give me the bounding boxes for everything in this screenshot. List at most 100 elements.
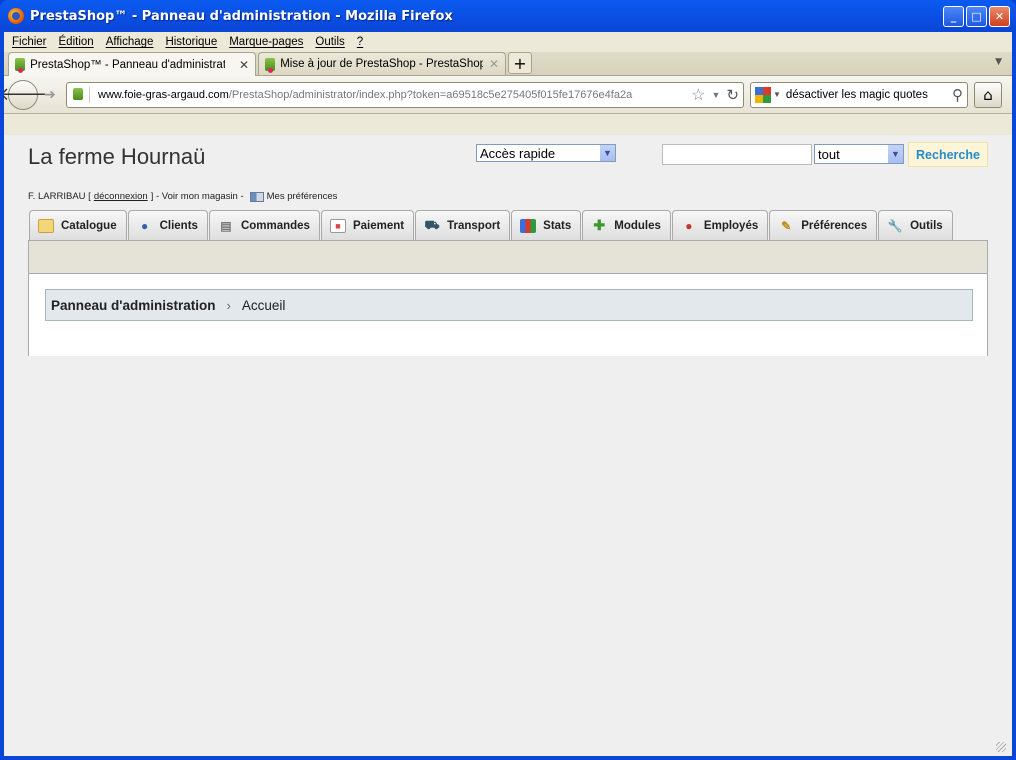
resize-grip[interactable] [996,742,1006,752]
breadcrumb-root[interactable]: Panneau d'administration [51,298,216,313]
browser-tab-update[interactable]: Mise à jour de PrestaShop - PrestaShop .… [258,52,506,75]
sub-tab-bar [28,240,988,274]
chevron-right-icon: › [226,297,231,313]
tab-preferences[interactable]: ✎ Préférences [769,210,878,240]
menu-historique[interactable]: Historique [161,36,225,48]
url-path: /PrestaShop/administrator/index.php?toke… [228,88,633,101]
tab-label: Commandes [240,219,310,232]
firefox-icon [8,8,24,24]
breadcrumb-current: Accueil [241,297,286,313]
title-bar: PrestaShop™ - Panneau d'administration -… [4,0,1012,32]
employee-icon: ● [685,218,693,233]
tab-label: Catalogue [61,219,117,232]
cart-icon: ▤ [220,218,232,233]
window-title: PrestaShop™ - Panneau d'administration -… [30,8,453,24]
google-icon[interactable] [755,86,771,103]
browser-client: Fichier Édition Affichage Historique Mar… [4,32,1012,756]
close-tab-icon[interactable]: ✕ [239,58,249,72]
menu-bar: Fichier Édition Affichage Historique Mar… [4,32,1012,52]
menu-edition[interactable]: Édition [55,36,102,48]
content-area: Panneau d'administration › Accueil [28,274,988,356]
logout-link[interactable]: déconnexion [94,191,148,202]
search-scope-select[interactable]: tout ▼ [814,144,904,164]
back-button[interactable]: 🡐 [4,79,47,110]
admin-page: La ferme Hournaü Accès rapide ▼ tout ▼ R… [4,135,1012,756]
tab-modules[interactable]: ✚ Modules [582,210,671,240]
menu-outils[interactable]: Outils [311,36,352,48]
browser-tab-strip: PrestaShop™ - Panneau d'administration ✕… [4,52,1012,76]
menu-affichage[interactable]: Affichage [102,36,162,48]
url-text[interactable]: www.foie-gras-argaud.com/PrestaShop/admi… [98,89,685,101]
home-icon: ⌂ [983,85,993,104]
home-button[interactable]: ⌂ [974,81,1002,108]
tab-label: Paiement [352,219,405,232]
url-history-dropdown-icon[interactable]: ▼ [712,90,721,100]
web-search-bar[interactable]: ▼ ⚲ [750,81,968,108]
quick-access-value: Accès rapide [480,145,556,161]
web-search-input[interactable] [783,88,952,101]
tab-employes[interactable]: ● Employés [671,210,769,240]
tab-label: Employés [703,219,759,232]
folder-icon [38,218,54,233]
bar-chart-icon [520,218,537,233]
forward-button[interactable]: ➜ [38,87,62,103]
firefox-window: PrestaShop™ - Panneau d'administration -… [0,0,1016,760]
invoice-icon: ■ [329,218,346,233]
wrench-icon: 🔧 [887,218,903,233]
user-line: F. LARRIBAU [ déconnexion ] - Voir mon m… [28,191,337,202]
tab-label: Outils [910,219,943,232]
shop-name: La ferme Hournaü [28,144,206,169]
url-bar[interactable]: www.foie-gras-argaud.com/PrestaShop/admi… [66,81,744,108]
tab-stats[interactable]: Stats [511,210,582,240]
chevron-down-icon[interactable]: ▼ [887,145,903,163]
tab-label: Stats [543,219,572,232]
window-controls: _ □ ✕ [943,5,1010,27]
tab-catalogue[interactable]: Catalogue [29,210,127,240]
truck-icon: ⛟ [424,217,440,232]
user-icon: ● [140,218,149,233]
browser-tab-label: PrestaShop™ - Panneau d'administration [30,58,225,71]
my-preferences-link[interactable]: Mes préférences [267,191,338,202]
close-window-button[interactable]: ✕ [989,5,1010,27]
menu-help[interactable]: ? [353,36,371,48]
admin-tabs: Catalogue ● Clients ▤ Commandes ■ Paieme… [29,210,954,240]
tab-outils[interactable]: 🔧 Outils [878,210,953,240]
minimize-button[interactable]: _ [943,5,964,27]
site-identity-icon[interactable] [71,86,90,103]
bookmark-star-icon[interactable]: ☆ [691,85,705,105]
preferences-card-icon [249,191,264,202]
search-icon[interactable]: ⚲ [952,86,963,104]
tab-commandes[interactable]: ▤ Commandes [208,210,320,240]
prestashop-favicon [15,58,26,73]
admin-search-input[interactable] [662,144,812,165]
engine-dropdown-icon[interactable]: ▼ [773,90,781,99]
tab-label: Transport [447,219,501,232]
navigation-toolbar: 🡐 ➜ www.foie-gras-argaud.com/PrestaShop/… [4,76,1012,114]
puzzle-icon: ✚ [593,217,606,233]
menu-marque-pages[interactable]: Marque-pages [225,36,311,48]
breadcrumb: Panneau d'administration › Accueil [45,289,973,321]
tab-transport[interactable]: ⛟ Transport [415,210,511,240]
edit-icon: ✎ [781,218,792,233]
prestashop-favicon [265,57,276,73]
tab-label: Modules [614,219,661,232]
tab-label: Préférences [801,219,868,232]
browser-tab-admin[interactable]: PrestaShop™ - Panneau d'administration ✕ [8,52,256,76]
browser-tab-label: Mise à jour de PrestaShop - PrestaShop .… [280,58,483,70]
close-tab-icon[interactable]: ✕ [489,57,499,71]
new-tab-button[interactable]: + [508,52,532,74]
url-host: www.foie-gras-argaud.com [98,88,229,101]
admin-search-button[interactable]: Recherche [908,142,988,167]
tab-clients[interactable]: ● Clients [127,210,208,240]
tab-list-arrow-icon[interactable]: ▼ [995,57,1002,67]
chevron-down-icon[interactable]: ▼ [599,145,615,161]
tab-label: Clients [159,219,198,232]
tab-paiement[interactable]: ■ Paiement [320,210,415,240]
employee-name: F. LARRIBAU [ [28,191,91,202]
reload-icon[interactable]: ↻ [726,86,739,104]
quick-access-select[interactable]: Accès rapide ▼ [476,144,616,162]
maximize-button[interactable]: □ [966,5,987,27]
menu-fichier[interactable]: Fichier [8,36,55,48]
search-scope-value: tout [818,146,840,162]
view-shop-link[interactable]: ] - Voir mon magasin - [151,191,244,202]
